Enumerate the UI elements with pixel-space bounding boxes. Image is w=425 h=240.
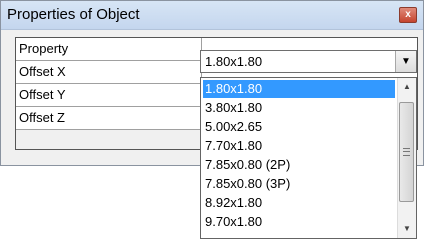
scroll-down-arrow-icon: ▼	[403, 224, 411, 233]
close-icon: x	[405, 9, 411, 20]
window-title: Properties of Object	[7, 6, 140, 23]
dropdown-option[interactable]: 7.70x1.80	[203, 137, 395, 155]
grid-label-offset-y: Offset Y	[16, 84, 202, 106]
dropdown-option[interactable]: 7.85x0.80 (2P)	[203, 156, 395, 174]
grid-label-property: Property	[16, 38, 202, 60]
dropdown-options: 1.80x1.80 3.80x1.80 5.00x2.65 7.70x1.80 …	[201, 78, 397, 238]
scroll-up-arrow-icon: ▲	[403, 82, 411, 91]
dropdown-option[interactable]: 8.92x1.80	[203, 194, 395, 212]
dropdown-option[interactable]: 7.85x0.80 (3P)	[203, 175, 395, 193]
combobox-selected-value: 1.80x1.80	[205, 54, 263, 69]
property-combobox[interactable]: 1.80x1.80 ▼	[200, 50, 417, 73]
scrollbar-thumb[interactable]	[399, 102, 414, 202]
dropdown-option[interactable]: 1.80x1.80	[203, 80, 395, 98]
grid-label-offset-x: Offset X	[16, 61, 202, 83]
chevron-down-icon: ▼	[401, 56, 411, 67]
dropdown-scrollbar[interactable]: ▲ ▼	[397, 78, 416, 238]
close-button[interactable]: x	[399, 7, 417, 23]
dropdown-option[interactable]: 3.80x1.80	[203, 99, 395, 117]
dropdown-option[interactable]: 5.00x2.65	[203, 118, 395, 136]
dropdown-option[interactable]: 9.70x1.80	[203, 213, 395, 231]
scroll-down-button[interactable]: ▼	[398, 220, 416, 238]
dropdown-list: 1.80x1.80 3.80x1.80 5.00x2.65 7.70x1.80 …	[200, 77, 417, 239]
combobox-dropdown-button[interactable]: ▼	[395, 51, 416, 72]
grip-icon	[403, 148, 410, 156]
title-bar[interactable]: Properties of Object x	[1, 1, 423, 30]
grid-label-offset-z: Offset Z	[16, 107, 202, 129]
scroll-up-button[interactable]: ▲	[398, 78, 416, 96]
